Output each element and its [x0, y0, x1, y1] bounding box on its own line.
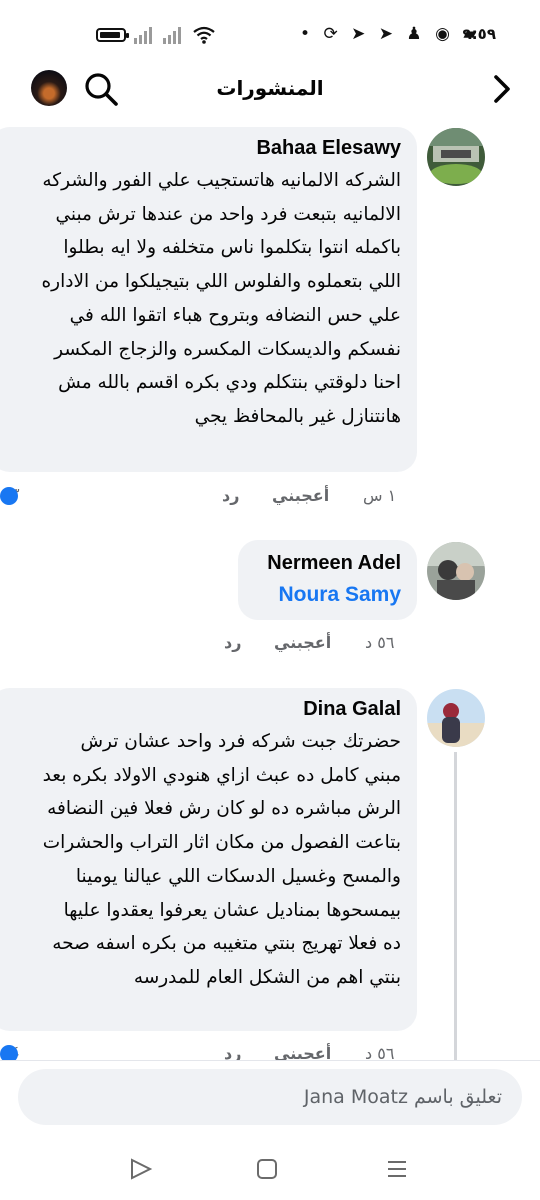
reaction-count[interactable]: ٤ — [0, 1044, 20, 1063]
comment-bubble: Bahaa Elesawy الشركه الالمانيه هاتستجيب … — [0, 127, 417, 472]
dot-icon: • — [300, 24, 315, 44]
comment-line: الشركه الالمانيه هاتستجيب علي الفور والش… — [42, 170, 401, 191]
thread-line — [454, 752, 457, 1060]
back-triangle-icon[interactable] — [126, 1154, 156, 1184]
comment-line: احنا دلوقتي بنتكلم ودي بكره اقسم بالله م… — [58, 372, 401, 394]
recents-menu-icon[interactable] — [382, 1154, 412, 1184]
comment-line: بتاعت الفصول من مكان اثار التراب والحشرا… — [42, 832, 401, 854]
battery-icon — [96, 28, 129, 42]
notification-icons: • ⟳ ➤ ➤ ♟ ◉ ▰ — [300, 24, 480, 44]
comment-line: باكمله انتوا بتكلموا ناس متخلفه ولا ايه … — [63, 237, 401, 259]
home-square-icon[interactable] — [252, 1154, 282, 1184]
comment-time: ١ س — [363, 486, 397, 505]
messenger-icon: ◉ — [435, 24, 454, 44]
comment-composer — [0, 1060, 540, 1141]
reply-button[interactable]: رد — [222, 486, 239, 505]
comment-line: هانتنازل غير بالمحافظ يجي — [194, 405, 401, 427]
avatar[interactable] — [427, 542, 485, 600]
comment-time: ٥٦ د — [365, 633, 395, 652]
comment-line: نفسكم والديسكات المكسره والزجاج المكسر — [54, 338, 401, 360]
like-button[interactable]: أعجبني — [272, 486, 329, 505]
comment-line: مبني كامل ده عبث ازاي هنودي الاولاد بكره… — [42, 764, 401, 786]
reaction-count[interactable]: ٣ — [0, 486, 20, 505]
clock: ٩:٥٩ — [462, 25, 496, 43]
avatar[interactable] — [427, 128, 485, 186]
comment-bubble: Nermeen Adel Noura Samy — [238, 540, 417, 620]
like-button[interactable]: أعجبني — [274, 633, 331, 652]
reply-button[interactable]: رد — [224, 633, 241, 652]
wifi-icon — [193, 26, 215, 49]
comment-line: ده فعلا تهريج بنتي متغيبه من بكره اسفه ص… — [52, 933, 401, 955]
comment-input[interactable] — [18, 1069, 522, 1125]
comment-text: الشركه الالمانيه هاتستجيب علي الفور والش… — [2, 164, 401, 434]
comment-line: بيمسحوها بمناديل عشان يعرفوا يعقدوا عليه… — [63, 899, 401, 921]
top-bar: المنشورات — [0, 60, 540, 118]
like-reaction-icon — [0, 487, 18, 505]
comment-bubble: Dina Galal حضرتك جبت شركه فرد واحد عشان … — [0, 688, 417, 1031]
comment-line: الالمانيه بتبعت فرد واحد من عندها ترش مب… — [55, 203, 401, 225]
comment-author[interactable]: Bahaa Elesawy — [2, 137, 401, 160]
comment-line: والمسح وغسيل الدسكات اللي عيالنا يومينا — [75, 865, 401, 887]
telegram-icon: ➤ — [378, 24, 397, 44]
comment-author[interactable]: Dina Galal — [2, 698, 401, 721]
mention-link[interactable]: Noura Samy — [250, 583, 401, 607]
signal-icon — [163, 26, 185, 44]
system-nav-bar — [0, 1140, 540, 1200]
comment-line: حضرتك جبت شركه فرد واحد عشان ترش — [80, 731, 401, 752]
telegram-icon: ➤ — [351, 24, 370, 44]
signal-icon — [134, 26, 156, 44]
comment-text: حضرتك جبت شركه فرد واحد عشان ترش مبني كا… — [2, 725, 401, 995]
back-chevron-icon[interactable] — [486, 72, 516, 106]
comment-input-container — [18, 1069, 522, 1125]
comment-line: اللي بتعملوه والفلوس اللي بتيجيلكوا من ا… — [41, 271, 401, 293]
comment-line: الرش مباشره ده لو كان رش فعلا فين النضاف… — [47, 798, 401, 820]
status-bar: • ⟳ ➤ ➤ ♟ ◉ ▰ ٩:٥٩ — [0, 0, 540, 60]
comment-actions: ٥٦ د أعجبني رد — [0, 633, 410, 655]
snapchat-icon: ♟ — [406, 24, 426, 44]
comment-line: علي حس النضافه وبتروح هباء اتقوا الله في — [69, 304, 401, 326]
avatar[interactable] — [427, 689, 485, 747]
page-title: المنشورات — [216, 76, 324, 100]
comment-author[interactable]: Nermeen Adel — [250, 552, 401, 575]
comment-actions: ١ س أعجبني رد — [0, 486, 410, 508]
sync-icon: ⟳ — [323, 24, 342, 44]
comment-line: بنتي اهم من الشكل العام للمدرسه — [133, 966, 401, 988]
